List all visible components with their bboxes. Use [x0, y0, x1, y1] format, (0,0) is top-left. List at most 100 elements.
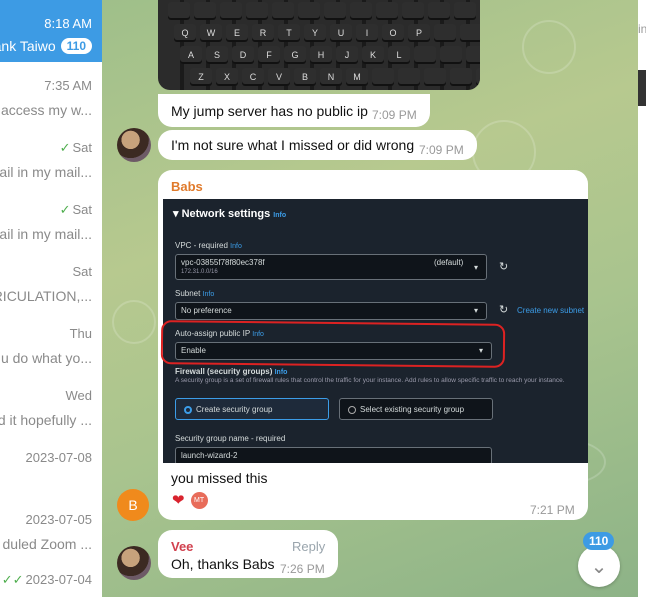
keyboard-key	[272, 2, 294, 20]
keyboard-key: O	[382, 24, 404, 42]
chat-preview: nail in my mail...	[0, 164, 92, 180]
chat-item[interactable]: ✓ Sat nail in my mail...	[0, 186, 102, 248]
create-subnet-link: Create new subnet	[517, 306, 585, 315]
radio-icon	[348, 405, 356, 414]
keyboard-key: Q	[174, 24, 196, 42]
chat-item[interactable]: 2023-07-05 duled Zoom ...	[0, 496, 102, 558]
message-bubble[interactable]: My jump server has no public ip 7:09 PM	[158, 94, 430, 127]
keyboard-key: R	[252, 24, 274, 42]
radio-option: Select existing security group	[348, 405, 464, 414]
keyboard-key: U	[330, 24, 352, 42]
unread-count-badge: 110	[583, 532, 615, 550]
create-sg-option: Create security group	[175, 398, 329, 420]
vpc-label: VPC - required	[175, 241, 228, 250]
keyboard-key	[398, 68, 420, 86]
chat-item[interactable]: Thu u do what yo...	[0, 310, 102, 372]
chat-item[interactable]: Wed d it hopefully ...	[0, 372, 102, 434]
message-time: 7:09 PM	[419, 143, 464, 157]
keyboard-key: A	[180, 46, 202, 64]
sg-name-input: launch-wizard-2	[175, 447, 492, 463]
keyboard-key	[324, 2, 346, 20]
create-sg-label: Create security group	[196, 405, 273, 414]
background-doodle	[112, 300, 156, 344]
keyboard-key	[246, 2, 268, 20]
chat-time: Sat	[72, 264, 92, 279]
keyboard-key	[414, 46, 436, 64]
chat-item[interactable]: ✓ Sat nail in my mail...	[0, 124, 102, 186]
keyboard-row: ASDFGHJKL	[158, 46, 480, 68]
keyboard-photo[interactable]: QWERTYUIOP ASDFGHJKL ZXCVBNM	[158, 0, 480, 90]
chat-item[interactable]: Sat TRICULATION,...	[0, 248, 102, 310]
subnet-value: No preference	[181, 306, 232, 315]
keyboard-key: J	[336, 46, 358, 64]
message-bubble[interactable]: Vee Reply Oh, thanks Babs 7:26 PM	[158, 530, 338, 578]
read-check-icon: ✓✓	[1, 572, 24, 587]
section-title: ▾ Network settings Info	[173, 208, 287, 220]
reactions: ❤ MT	[172, 492, 208, 509]
keyboard-key: H	[310, 46, 332, 64]
message-text: I'm not sure what I missed or did wrong	[171, 137, 415, 153]
sent-check-icon: ✓	[59, 140, 71, 155]
radio-selected-icon	[184, 405, 192, 414]
chat-item[interactable]: ✓✓ 2023-07-04	[0, 558, 102, 597]
keyboard-key: P	[408, 24, 430, 42]
message-text: Oh, thanks Babs	[171, 556, 275, 572]
keyboard-key: F	[258, 46, 280, 64]
info-link: Info	[230, 243, 242, 250]
keyboard-key	[350, 2, 372, 20]
field-label: VPC - required Info	[175, 241, 242, 250]
keyboard-key: L	[388, 46, 410, 64]
chat-item[interactable]: 7:35 AM o access my w...	[0, 62, 102, 124]
keyboard-key	[376, 2, 398, 20]
chat-time: Wed	[65, 388, 93, 403]
avatar[interactable]: B	[117, 489, 149, 521]
avatar[interactable]	[117, 546, 151, 580]
reply-button[interactable]: Reply	[292, 539, 325, 554]
keyboard-key: Z	[190, 68, 212, 86]
keyboard-row: ZXCVBNM	[158, 68, 480, 90]
avatar[interactable]	[117, 128, 151, 162]
keyboard-key: B	[294, 68, 316, 86]
chat-preview: nail in my mail...	[0, 226, 92, 242]
refresh-icon: ↻	[499, 304, 509, 316]
field-label: Subnet Info	[175, 289, 214, 298]
reaction-avatar[interactable]: MT	[190, 492, 208, 509]
keyboard-key	[466, 46, 480, 64]
keyboard-key: D	[232, 46, 254, 64]
chat-time: 7:35 AM	[44, 78, 92, 93]
sender-name[interactable]: Vee	[171, 539, 193, 554]
keyboard-key	[428, 2, 450, 20]
message-text: you missed this	[171, 470, 268, 486]
chevron-down-icon: ▾	[474, 306, 479, 315]
chat-preview: u do what yo...	[0, 350, 92, 366]
chat-time: ✓ Sat	[60, 202, 92, 218]
sender-name[interactable]: Babs	[171, 179, 203, 194]
vpc-cidr: 172.31.0.0/16	[181, 269, 218, 275]
chat-time: Thu	[69, 326, 92, 341]
keyboard-key: I	[356, 24, 378, 42]
chat-preview: duled Zoom ...	[2, 536, 93, 552]
chat-name-row: ank Taiwo 110	[0, 38, 92, 54]
keyboard-key: M	[346, 68, 368, 86]
subnet-select: No preference ▾	[175, 302, 487, 320]
keyboard-row	[158, 2, 480, 24]
chat-preview: o access my w...	[0, 102, 92, 118]
chat-time-text: Sat	[72, 140, 92, 155]
chevron-down-icon: ⌄	[590, 555, 608, 578]
chat-list: 8:18 AM ank Taiwo 110 7:35 AM o access m…	[0, 0, 102, 597]
message-text: My jump server has no public ip	[171, 103, 368, 119]
keyboard-key: X	[216, 68, 238, 86]
keyboard-key: K	[362, 46, 384, 64]
keyboard-key: G	[284, 46, 306, 64]
chat-preview: TRICULATION,...	[0, 288, 92, 304]
heart-reaction-icon[interactable]: ❤	[172, 492, 185, 509]
chat-item-active[interactable]: 8:18 AM ank Taiwo 110	[0, 0, 102, 62]
keyboard-key: W	[200, 24, 222, 42]
sg-name-value: launch-wizard-2	[181, 451, 238, 460]
message-bubble[interactable]: I'm not sure what I missed or did wrong …	[158, 130, 477, 160]
info-link: Info	[202, 291, 215, 298]
keyboard-key	[460, 24, 480, 42]
keyboard-key	[372, 68, 394, 86]
chat-item[interactable]: 2023-07-08	[0, 434, 102, 496]
scroll-down-button[interactable]: ⌄	[578, 545, 620, 587]
